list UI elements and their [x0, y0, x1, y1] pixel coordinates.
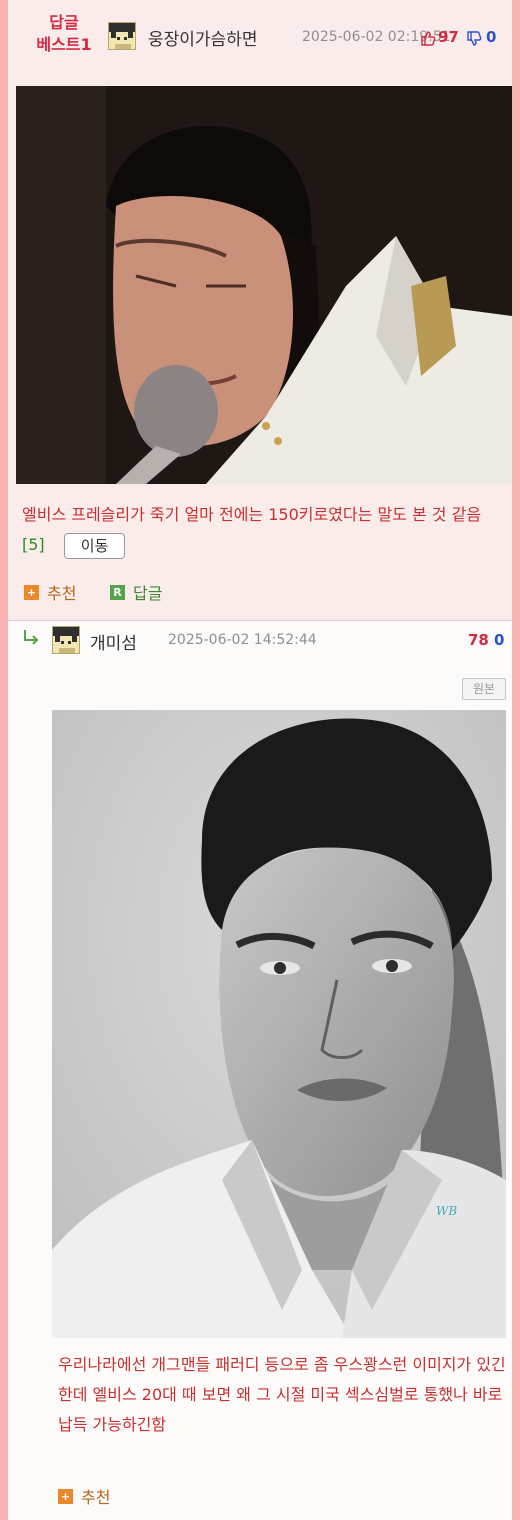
thumbs-up-icon[interactable]: [420, 30, 436, 46]
upvote-count: 78: [468, 631, 489, 649]
best-comment-body: 엘비스 프레슬리가 죽기 얼마 전에는 150키로였다는 말도 본 것 같음: [22, 505, 482, 524]
reply-label: 답글: [133, 584, 163, 603]
photo-watermark: WB: [436, 1204, 457, 1218]
divider: [8, 620, 512, 621]
recommend-label: 추천: [81, 1488, 111, 1507]
reply-button[interactable]: R 답글: [110, 580, 162, 604]
downvote-count: 0: [486, 28, 497, 46]
avatar[interactable]: [52, 626, 80, 654]
reply-text: 우리나라에선 개그맨들 패러디 등으로 좀 우스꽝스런 이미지가 있긴 한데 엘…: [58, 1355, 506, 1434]
move-button[interactable]: 이동: [63, 532, 126, 559]
recommend-button[interactable]: + 추천: [58, 1484, 110, 1508]
original-image-button[interactable]: 원본: [462, 678, 506, 700]
plus-square-icon: +: [58, 1488, 73, 1504]
best-comment: 답글 베스트1 웅장이가슴하면 2025-06-02 02:19:51 97 0: [8, 0, 512, 620]
reply-count[interactable]: [5]: [22, 535, 45, 554]
best-badge: 답글 베스트1: [36, 13, 92, 54]
comment-date: 2025-06-02 14:52:44: [168, 632, 317, 648]
plus-square-icon: +: [24, 584, 39, 600]
downvote-count: 0: [494, 631, 505, 649]
best-comment-text: 엘비스 프레슬리가 죽기 얼마 전에는 150키로였다는 말도 본 것 같음 […: [22, 500, 506, 560]
elvis-photo-1[interactable]: [16, 86, 512, 484]
reply-arrow-icon: [24, 630, 39, 645]
elvis-photo-2[interactable]: WB: [52, 710, 506, 1338]
recommend-label: 추천: [47, 584, 77, 603]
recommend-button[interactable]: + 추천: [24, 580, 76, 604]
thumbs-down-icon[interactable]: [466, 31, 482, 47]
upvote-count: 97: [438, 28, 459, 46]
nickname[interactable]: 개미섬: [90, 629, 137, 654]
nickname[interactable]: 웅장이가슴하면: [148, 25, 257, 50]
r-square-icon: R: [110, 584, 125, 600]
avatar[interactable]: [108, 22, 136, 50]
